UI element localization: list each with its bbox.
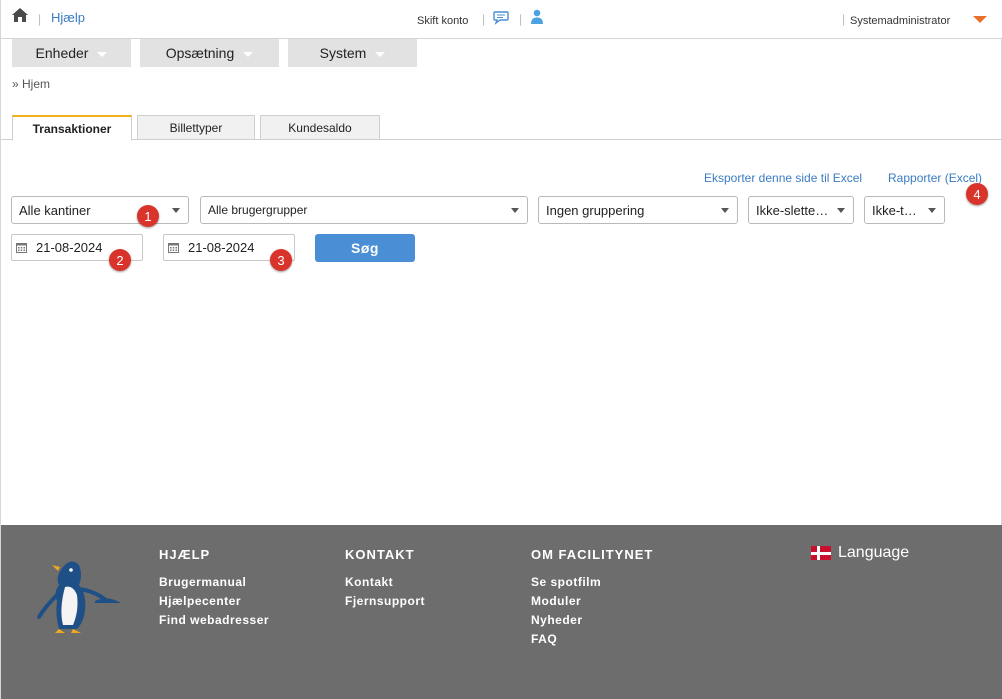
footer-link-brugermanual[interactable]: Brugermanual (159, 575, 246, 589)
chat-icon[interactable] (493, 11, 509, 25)
footer-link-kontakt[interactable]: Kontakt (345, 575, 393, 589)
dropdown-arrow-icon (172, 208, 180, 213)
dropdown-arrow-icon (837, 208, 845, 213)
dropdown-arrow-icon (928, 208, 936, 213)
footer-link-moduler[interactable]: Moduler (531, 594, 581, 608)
date-to-value: 21-08-2024 (188, 240, 255, 255)
tab-billettyper[interactable]: Billettyper (137, 115, 255, 140)
date-from-value: 21-08-2024 (36, 240, 103, 255)
separator: | (842, 12, 846, 26)
top-bar: | Hjælp Skift konto | | | Systemadminist… (1, 0, 1002, 39)
separator: | (38, 12, 42, 26)
user-group-select-value: Alle brugergrupper (208, 203, 308, 217)
calendar-icon (16, 243, 27, 253)
footer-heading-contact: KONTAKT (345, 547, 415, 562)
footer-link-hjaelpecenter[interactable]: Hjælpecenter (159, 594, 241, 608)
menu-label: System (319, 45, 367, 61)
grouping-select-value: Ingen gruppering (546, 202, 645, 218)
annotation-badge-1: 1 (137, 205, 159, 227)
menu-label: Enheder (35, 45, 89, 61)
canteen-select[interactable]: Alle kantiner (11, 196, 189, 224)
type-filter-select[interactable]: Ikke-t… (864, 196, 945, 224)
footer-link-spotfilm[interactable]: Se spotfilm (531, 575, 601, 589)
chevron-down-icon (243, 52, 254, 57)
tab-kundesaldo[interactable]: Kundesaldo (260, 115, 380, 140)
danish-flag-icon (811, 546, 831, 560)
menu-system[interactable]: System (288, 39, 417, 67)
chevron-down-icon (97, 52, 108, 57)
tab-transaktioner[interactable]: Transaktioner (12, 115, 132, 141)
separator: | (519, 12, 523, 26)
home-icon[interactable] (11, 7, 29, 23)
help-link[interactable]: Hjælp (51, 10, 85, 25)
dropdown-arrow-icon (511, 208, 519, 213)
footer-heading-about: OM FACILITYNET (531, 547, 654, 562)
footer: HJÆLP Brugermanual Hjælpecenter Find web… (1, 525, 1002, 699)
footer-link-faq[interactable]: FAQ (531, 632, 557, 646)
chevron-down-icon (375, 52, 386, 57)
export-excel-link[interactable]: Eksporter denne side til Excel (704, 171, 862, 185)
deleted-filter-value: Ikke-slette… (756, 202, 829, 218)
menu-label: Opsætning (165, 45, 235, 61)
type-filter-value: Ikke-t… (872, 202, 917, 218)
menu-opsaetning[interactable]: Opsætning (140, 39, 279, 67)
user-name[interactable]: Systemadministrator (850, 15, 950, 27)
deleted-filter-select[interactable]: Ikke-slette… (748, 196, 854, 224)
annotation-badge-2: 2 (109, 249, 131, 271)
canteen-select-value: Alle kantiner (19, 202, 91, 218)
penguin-logo-icon (37, 561, 121, 633)
breadcrumb[interactable]: » Hjem (12, 77, 50, 91)
language-selector[interactable]: Language (811, 544, 909, 562)
separator: | (482, 12, 486, 26)
switch-account-link[interactable]: Skift konto (417, 15, 468, 27)
footer-link-fjernsupport[interactable]: Fjernsupport (345, 594, 425, 608)
user-icon[interactable] (530, 9, 544, 24)
user-menu-caret-icon[interactable] (973, 16, 987, 23)
footer-link-nyheder[interactable]: Nyheder (531, 613, 583, 627)
footer-heading-help: HJÆLP (159, 547, 211, 562)
annotation-badge-3: 3 (270, 249, 292, 271)
app-frame: | Hjælp Skift konto | | | Systemadminist… (0, 0, 1002, 699)
annotation-badge-4: 4 (966, 183, 988, 205)
user-group-select[interactable]: Alle brugergrupper (200, 196, 528, 224)
report-excel-link[interactable]: Rapporter (Excel) (888, 171, 982, 185)
footer-link-find-webadresser[interactable]: Find webadresser (159, 613, 269, 627)
dropdown-arrow-icon (721, 208, 729, 213)
search-button[interactable]: Søg (315, 234, 415, 262)
language-label: Language (838, 544, 910, 561)
calendar-icon (168, 243, 179, 253)
menu-enheder[interactable]: Enheder (12, 39, 131, 67)
grouping-select[interactable]: Ingen gruppering (538, 196, 738, 224)
